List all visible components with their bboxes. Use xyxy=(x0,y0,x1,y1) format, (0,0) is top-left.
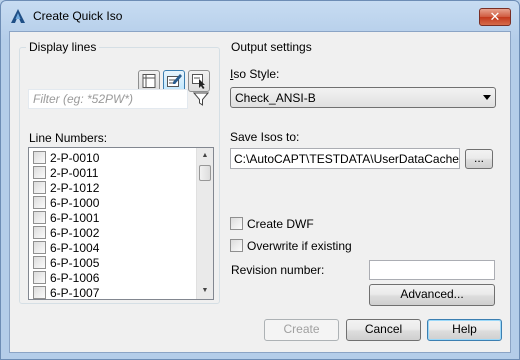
dialog-window: Create Quick Iso ✕ Display lines Filter … xyxy=(0,0,520,360)
line-number-label: 6-P-1004 xyxy=(50,240,100,255)
list-item[interactable]: 2-P-0010 xyxy=(33,150,99,165)
list-item[interactable]: 6-P-1007 xyxy=(33,285,100,300)
overwrite-label: Overwrite if existing xyxy=(247,238,352,253)
list-item[interactable]: 2-P-1012 xyxy=(33,180,99,195)
line-number-checkbox[interactable] xyxy=(33,151,46,165)
line-number-label: 6-P-1002 xyxy=(50,225,100,240)
list-item[interactable]: 6-P-1000 xyxy=(33,195,99,210)
scroll-up-icon[interactable]: ▲ xyxy=(197,148,213,164)
line-number-checkbox[interactable] xyxy=(33,256,46,270)
scroll-down-icon[interactable]: ▼ xyxy=(197,283,213,299)
close-button[interactable]: ✕ xyxy=(479,8,511,26)
iso-style-value: Check_ANSI-B xyxy=(235,91,316,105)
line-number-label: 2-P-0010 xyxy=(50,150,100,165)
line-number-label: 6-P-1001 xyxy=(50,210,100,225)
line-number-checkbox[interactable] xyxy=(33,166,46,180)
display-lines-group: Display lines Filter (eg: *52PW*) Line N… xyxy=(19,40,220,304)
iso-style-select[interactable]: Check_ANSI-B xyxy=(230,87,496,108)
revision-label: Revision number: xyxy=(231,263,325,277)
list-item[interactable]: 2-P-0011 xyxy=(33,165,98,180)
line-number-checkbox[interactable] xyxy=(33,196,46,210)
window-title: Create Quick Iso xyxy=(33,9,123,23)
create-dwf-label: Create DWF xyxy=(247,216,314,231)
line-number-label: 2-P-1012 xyxy=(50,180,100,195)
line-number-label: 2-P-0011 xyxy=(50,165,99,180)
filter-input[interactable]: Filter (eg: *52PW*) xyxy=(28,89,188,109)
save-isos-label: Save Isos to: xyxy=(230,130,300,144)
save-path-field[interactable]: C:\AutoCAPT\TESTDATA\UserDataCache\Sa xyxy=(230,148,460,169)
list-item[interactable]: 6-P-1004 xyxy=(33,240,99,255)
line-number-checkbox[interactable] xyxy=(33,181,46,195)
chevron-down-icon xyxy=(483,95,491,100)
help-button[interactable]: Help xyxy=(427,319,502,341)
list-item[interactable]: 6-P-1001 xyxy=(33,210,99,225)
line-number-checkbox[interactable] xyxy=(33,271,46,285)
line-number-label: 6-P-1000 xyxy=(50,195,100,210)
create-button[interactable]: Create xyxy=(264,319,339,341)
create-dwf-checkbox[interactable] xyxy=(230,217,243,231)
line-numbers-label: Line Numbers: xyxy=(29,131,108,145)
browse-button[interactable]: ... xyxy=(465,149,493,169)
scroll-thumb[interactable] xyxy=(199,165,211,181)
list-item[interactable]: 6-P-1002 xyxy=(33,225,99,240)
create-dwf-row[interactable]: Create DWF xyxy=(230,216,314,231)
edit-selection-icon xyxy=(167,74,182,87)
overwrite-checkbox[interactable] xyxy=(230,239,243,253)
line-number-label: 6-P-1005 xyxy=(50,255,100,270)
funnel-icon[interactable] xyxy=(193,91,209,107)
list-item[interactable]: 6-P-1005 xyxy=(33,255,99,270)
display-lines-title: Display lines xyxy=(26,40,100,54)
autocad-a-icon xyxy=(11,9,25,23)
close-icon: ✕ xyxy=(489,9,501,24)
advanced-button[interactable]: Advanced... xyxy=(369,284,495,306)
cancel-button[interactable]: Cancel xyxy=(346,319,421,341)
overwrite-row[interactable]: Overwrite if existing xyxy=(230,238,352,253)
line-number-label: 6-P-1007 xyxy=(50,285,100,300)
line-number-checkbox[interactable] xyxy=(33,241,46,255)
list-view-icon xyxy=(142,74,156,88)
line-number-checkbox[interactable] xyxy=(33,226,46,240)
select-from-drawing-button[interactable] xyxy=(188,70,210,92)
dialog-client-area: Display lines Filter (eg: *52PW*) Line N… xyxy=(9,31,511,353)
line-numbers-list[interactable]: 2-P-0010 2-P-0011 2-P-1012 6-P-1000 6-P-1001… xyxy=(28,147,214,300)
revision-number-field[interactable] xyxy=(369,260,495,280)
title-bar[interactable]: Create Quick Iso ✕ xyxy=(1,1,519,31)
list-item[interactable]: 6-P-1006 xyxy=(33,270,99,285)
line-number-checkbox[interactable] xyxy=(33,286,46,299)
iso-style-label: Iso Style: xyxy=(230,67,280,81)
vertical-scrollbar[interactable]: ▲ ▼ xyxy=(196,148,213,299)
line-number-checkbox[interactable] xyxy=(33,211,46,225)
output-settings-title: Output settings xyxy=(228,40,315,54)
select-from-drawing-icon xyxy=(192,74,205,89)
line-number-label: 6-P-1006 xyxy=(50,270,100,285)
